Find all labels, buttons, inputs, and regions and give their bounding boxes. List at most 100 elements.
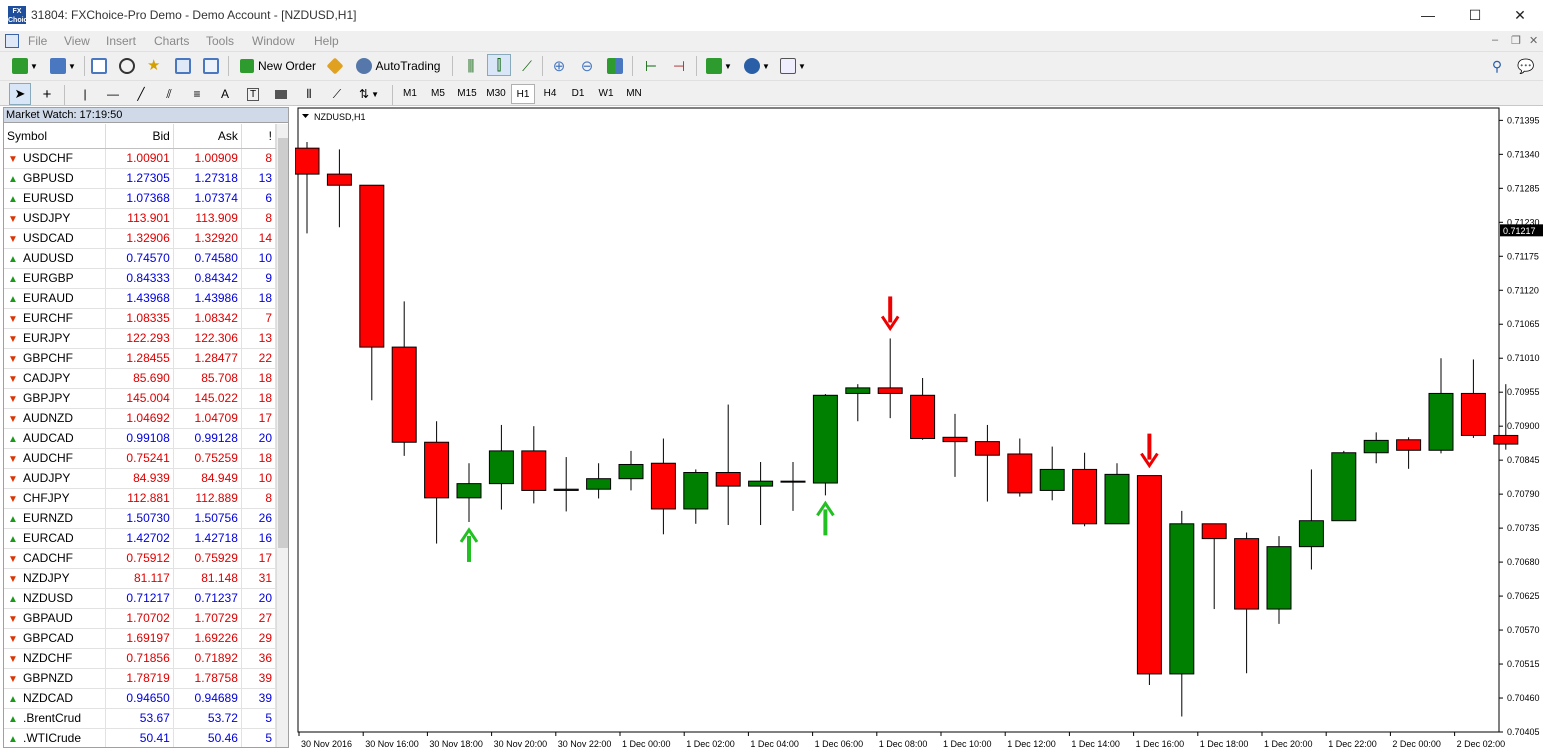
period-separator-tool[interactable]: ⦀ bbox=[298, 83, 320, 105]
market-watch-row[interactable]: ▲ EURGBP 0.84333 0.84342 9 bbox=[4, 268, 277, 289]
bearish-candle-body bbox=[942, 436, 968, 443]
timeframe-d1[interactable]: D1 bbox=[566, 84, 590, 104]
new-chart-button[interactable]: ▼ bbox=[8, 55, 42, 77]
market-watch-row[interactable]: ▼ CHFJPY 112.881 112.889 8 bbox=[4, 488, 277, 509]
mdi-minimize-icon[interactable]: – bbox=[1492, 34, 1498, 46]
market-watch-button[interactable] bbox=[88, 55, 110, 77]
zoom-in-button[interactable]: ⊕ bbox=[548, 55, 570, 77]
data-window-button[interactable] bbox=[116, 55, 138, 77]
crosshair-tool[interactable]: + bbox=[36, 83, 58, 105]
timeframe-h4[interactable]: H4 bbox=[538, 84, 562, 104]
close-button[interactable]: ✕ bbox=[1497, 0, 1543, 31]
market-watch-row[interactable]: ▼ GBPCHF 1.28455 1.28477 22 bbox=[4, 348, 277, 369]
strategy-tester-button[interactable] bbox=[200, 55, 222, 77]
chart-window[interactable]: NZDUSD,H1 0.71395 0.71340 0.71285 0.71230 0.7… bbox=[295, 107, 1543, 754]
market-watch-row[interactable]: ▼ CADCHF 0.75912 0.75929 17 bbox=[4, 548, 277, 569]
cursor-tool[interactable]: ➤ bbox=[9, 83, 31, 105]
chat-button[interactable]: 💬 bbox=[1514, 55, 1538, 77]
candlestick-chart-button[interactable]: ⫿ bbox=[487, 54, 511, 76]
market-watch-row[interactable]: ▲ EURAUD 1.43968 1.43986 18 bbox=[4, 288, 277, 309]
column-bid[interactable]: Bid bbox=[105, 124, 174, 149]
new-order-button[interactable]: New Order bbox=[236, 55, 320, 77]
market-watch-row[interactable]: ▼ EURJPY 122.293 122.306 13 bbox=[4, 328, 277, 349]
text-label-tool[interactable]: T bbox=[242, 83, 264, 105]
menu-view[interactable]: View bbox=[64, 34, 90, 48]
market-watch-row[interactable]: ▼ AUDCHF 0.75241 0.75259 18 bbox=[4, 448, 277, 469]
market-watch-row[interactable]: ▼ AUDJPY 84.939 84.949 10 bbox=[4, 468, 277, 489]
autotrading-button[interactable]: AutoTrading bbox=[350, 55, 446, 77]
market-watch-scrollbar[interactable] bbox=[276, 124, 288, 747]
market-watch-row[interactable]: ▼ AUDNZD 1.04692 1.04709 17 bbox=[4, 408, 277, 429]
market-watch-row[interactable]: ▼ EURCHF 1.08335 1.08342 7 bbox=[4, 308, 277, 329]
market-watch-row[interactable]: ▼ GBPNZD 1.78719 1.78758 39 bbox=[4, 668, 277, 689]
timeframe-m30[interactable]: M30 bbox=[482, 84, 510, 104]
mdi-restore-icon[interactable]: ❐ bbox=[1511, 34, 1521, 47]
market-watch-row[interactable]: ▲ EURUSD 1.07368 1.07374 6 bbox=[4, 188, 277, 209]
fan-tool[interactable]: ⟋ bbox=[326, 83, 348, 105]
profiles-button[interactable]: ▼ bbox=[46, 55, 80, 77]
templates-button[interactable]: ▼ bbox=[778, 55, 808, 77]
market-watch-row[interactable]: ▼ NZDJPY 81.117 81.148 31 bbox=[4, 568, 277, 589]
menu-file[interactable]: File bbox=[28, 34, 47, 48]
indicators-button[interactable]: ▼ bbox=[702, 55, 736, 77]
market-watch-row[interactable]: ▲ AUDCAD 0.99108 0.99128 20 bbox=[4, 428, 277, 449]
menu-window[interactable]: Window bbox=[252, 34, 295, 48]
market-watch-row[interactable]: ▼ USDJPY 113.901 113.909 8 bbox=[4, 208, 277, 229]
maximize-button[interactable]: ☐ bbox=[1452, 0, 1498, 31]
timeframe-m1[interactable]: M1 bbox=[398, 84, 422, 104]
column-ask[interactable]: Ask bbox=[173, 124, 242, 149]
bar-chart-button[interactable]: ⫼ bbox=[460, 55, 482, 77]
timeframe-mn[interactable]: MN bbox=[622, 84, 646, 104]
market-watch-row[interactable]: ▲ EURNZD 1.50730 1.50756 26 bbox=[4, 508, 277, 529]
menu-insert[interactable]: Insert bbox=[106, 34, 136, 48]
fibonacci-tool[interactable]: ≡ bbox=[186, 83, 208, 105]
navigator-button[interactable]: ★ bbox=[144, 55, 166, 77]
trendline-tool[interactable]: ╱ bbox=[130, 83, 152, 105]
chart-shift-button[interactable]: ⊢ bbox=[640, 55, 662, 77]
line-chart-button[interactable]: ⟋ bbox=[516, 55, 538, 77]
chart-window-icon[interactable] bbox=[5, 34, 19, 48]
equidistant-channel-tool[interactable]: ⫽ bbox=[158, 83, 180, 105]
minimize-button[interactable]: — bbox=[1405, 0, 1451, 31]
vertical-line-tool[interactable]: | bbox=[74, 83, 96, 105]
scrollbar-thumb[interactable] bbox=[278, 138, 288, 548]
metaeditor-button[interactable] bbox=[324, 55, 346, 77]
column-spread[interactable]: ! bbox=[241, 124, 277, 149]
search-button[interactable]: ⚲ bbox=[1488, 55, 1506, 77]
timeframe-w1[interactable]: W1 bbox=[594, 84, 618, 104]
column-symbol[interactable]: Symbol bbox=[4, 124, 106, 149]
market-watch-row[interactable]: ▲ AUDUSD 0.74570 0.74580 10 bbox=[4, 248, 277, 269]
market-watch-row[interactable]: ▲ NZDCAD 0.94650 0.94689 39 bbox=[4, 688, 277, 709]
market-watch-row[interactable]: ▼ CADJPY 85.690 85.708 18 bbox=[4, 368, 277, 389]
periods-button[interactable]: ▼ bbox=[740, 55, 774, 77]
market-watch-row[interactable]: ▲ .BrentCrud 53.67 53.72 5 bbox=[4, 708, 277, 729]
menu-help[interactable]: Help bbox=[314, 34, 339, 48]
market-watch-row[interactable]: ▼ GBPAUD 1.70702 1.70729 27 bbox=[4, 608, 277, 629]
zoom-out-button[interactable]: ⊖ bbox=[576, 55, 598, 77]
horizontal-line-tool[interactable]: — bbox=[102, 83, 124, 105]
timeframe-h1[interactable]: H1 bbox=[511, 84, 535, 104]
market-watch-row[interactable]: ▼ NZDCHF 0.71856 0.71892 36 bbox=[4, 648, 277, 669]
timeframe-m5[interactable]: M5 bbox=[426, 84, 450, 104]
arrows-tool[interactable]: ⇅ ▼ bbox=[354, 83, 384, 105]
market-watch-row[interactable]: ▼ USDCAD 1.32906 1.32920 14 bbox=[4, 228, 277, 249]
market-watch-row[interactable]: ▼ USDCHF 1.00901 1.00909 8 bbox=[4, 148, 277, 169]
menu-tools[interactable]: Tools bbox=[206, 34, 234, 48]
autoscroll-button[interactable]: ⊣ bbox=[668, 55, 690, 77]
timeframe-m15[interactable]: M15 bbox=[453, 84, 481, 104]
terminal-button[interactable] bbox=[172, 55, 194, 77]
market-watch-row[interactable]: ▲ EURCAD 1.42702 1.42718 16 bbox=[4, 528, 277, 549]
tile-windows-button[interactable] bbox=[604, 55, 626, 77]
candlestick-chart[interactable]: NZDUSD,H1 0.713950.713400.712850.712300.7… bbox=[295, 107, 1543, 754]
rectangle-tool[interactable] bbox=[270, 83, 292, 105]
market-watch-row[interactable]: ▲ GBPUSD 1.27305 1.27318 13 bbox=[4, 168, 277, 189]
market-watch-row[interactable]: ▼ GBPJPY 145.004 145.022 18 bbox=[4, 388, 277, 409]
row-bid: 0.74570 bbox=[105, 248, 174, 269]
market-watch-row[interactable]: ▲ .WTICrude 50.41 50.46 5 bbox=[4, 728, 277, 747]
row-spread: 18 bbox=[241, 448, 277, 469]
text-tool[interactable]: A bbox=[214, 83, 236, 105]
menu-charts[interactable]: Charts bbox=[154, 34, 189, 48]
market-watch-row[interactable]: ▼ GBPCAD 1.69197 1.69226 29 bbox=[4, 628, 277, 649]
mdi-close-icon[interactable]: ✕ bbox=[1529, 34, 1538, 47]
market-watch-row[interactable]: ▲ NZDUSD 0.71217 0.71237 20 bbox=[4, 588, 277, 609]
